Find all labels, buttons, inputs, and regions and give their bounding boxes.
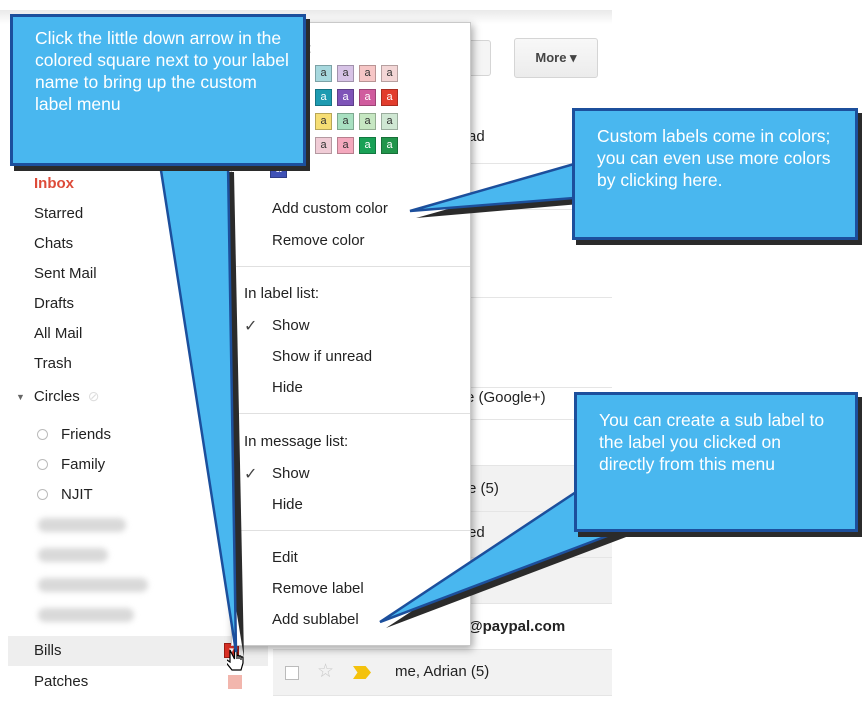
sidebar-item-chats[interactable]: Chats xyxy=(34,235,73,252)
menu-divider xyxy=(232,266,470,267)
remove-label-item[interactable]: Remove label xyxy=(272,580,364,597)
color-swatch[interactable]: a xyxy=(315,137,332,154)
callout-text: Click the little down arrow in the color… xyxy=(35,28,289,114)
menu-divider xyxy=(232,530,470,531)
checkmark-icon: ✓ xyxy=(244,318,258,335)
color-swatch[interactable]: a xyxy=(337,65,354,82)
callout-text: You can create a sub label to the label … xyxy=(599,410,825,474)
sidebar-item-patches[interactable]: Patches xyxy=(8,667,268,697)
radio-icon xyxy=(37,459,48,470)
color-swatch[interactable]: a xyxy=(337,89,354,106)
callout-sublabel: You can create a sub label to the label … xyxy=(574,392,858,532)
color-swatch[interactable]: a xyxy=(359,65,376,82)
sidebar-item-inbox[interactable]: Inbox xyxy=(34,175,74,192)
checkmark-icon: ✓ xyxy=(244,466,258,483)
color-swatch[interactable]: a xyxy=(381,113,398,130)
circles-header[interactable]: ▼ Circles ⊘ xyxy=(16,388,100,405)
collapse-triangle-icon: ▼ xyxy=(16,391,25,402)
color-swatch[interactable]: a xyxy=(315,65,332,82)
callout-text: Custom labels come in colors; you can ev… xyxy=(597,126,831,190)
message-fragment: e (Google+) xyxy=(466,389,546,406)
checkbox[interactable] xyxy=(285,666,299,680)
blurred-label xyxy=(38,548,108,562)
message-sender: me, Adrian (5) xyxy=(395,663,490,680)
more-button[interactable]: More ▾ xyxy=(514,38,598,78)
more-button-label: More ▾ xyxy=(535,50,577,65)
radio-icon xyxy=(37,429,48,440)
star-icon[interactable]: ☆ xyxy=(317,660,334,683)
sidebar-item-sent-mail[interactable]: Sent Mail xyxy=(34,265,97,282)
circle-item-family[interactable]: Family xyxy=(37,456,105,473)
blurred-label xyxy=(38,608,134,622)
circle-item-friends[interactable]: Friends xyxy=(37,426,111,443)
color-swatch[interactable]: a xyxy=(381,137,398,154)
color-swatch[interactable]: a xyxy=(359,137,376,154)
add-custom-color-item[interactable]: Add custom color xyxy=(272,200,388,217)
label-list-hide-item[interactable]: Hide xyxy=(272,379,303,396)
message-row[interactable]: ☆ me, Adrian (5) xyxy=(273,650,612,696)
color-swatch[interactable]: a xyxy=(337,113,354,130)
message-fragment: e (5) xyxy=(468,480,499,497)
message-fragment: @paypal.com xyxy=(468,618,566,635)
label-list-heading: In label list: xyxy=(244,285,320,302)
edit-item[interactable]: Edit xyxy=(272,549,298,566)
add-sublabel-item[interactable]: Add sublabel xyxy=(272,611,359,628)
circle-label: NJIT xyxy=(61,486,93,503)
circle-label: Friends xyxy=(61,426,112,443)
label-list-show-item[interactable]: Show xyxy=(272,317,310,334)
message-list-hide-item[interactable]: Hide xyxy=(272,496,303,513)
label-color-square[interactable] xyxy=(228,675,242,689)
message-list-show-item[interactable]: Show xyxy=(272,465,310,482)
circle-item-njit[interactable]: NJIT xyxy=(37,486,93,503)
radio-icon xyxy=(37,489,48,500)
color-swatch[interactable]: a xyxy=(381,65,398,82)
callout-arrow-tip: Click the little down arrow in the color… xyxy=(10,14,306,166)
color-swatch[interactable]: a xyxy=(315,113,332,130)
label-list-show-if-unread-item[interactable]: Show if unread xyxy=(272,348,372,365)
sidebar-item-trash[interactable]: Trash xyxy=(34,355,72,372)
circles-link-icon: ⊘ xyxy=(87,388,100,404)
blurred-label xyxy=(38,578,148,592)
circle-label: Family xyxy=(61,456,106,473)
label-name: Bills xyxy=(34,642,62,659)
blurred-label xyxy=(38,518,126,532)
color-swatch[interactable]: a xyxy=(315,89,332,106)
color-swatch[interactable]: a xyxy=(337,137,354,154)
sidebar-item-starred[interactable]: Starred xyxy=(34,205,83,222)
color-swatch[interactable]: a xyxy=(359,113,376,130)
sidebar-item-all-mail[interactable]: All Mail xyxy=(34,325,82,342)
callout-custom-colors: Custom labels come in colors; you can ev… xyxy=(572,108,858,240)
color-swatch[interactable]: a xyxy=(381,89,398,106)
message-list-heading: In message list: xyxy=(244,433,349,450)
remove-color-item[interactable]: Remove color xyxy=(272,232,365,249)
sidebar-item-drafts[interactable]: Drafts xyxy=(34,295,74,312)
menu-divider xyxy=(232,413,470,414)
label-name: Patches xyxy=(34,673,89,690)
importance-marker-icon[interactable] xyxy=(353,666,371,679)
color-swatch[interactable]: a xyxy=(359,89,376,106)
circles-label: Circles xyxy=(33,388,80,405)
